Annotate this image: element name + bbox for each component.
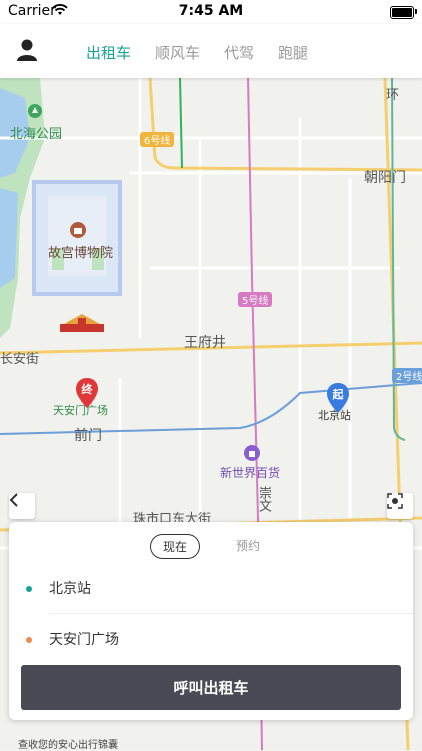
battery-icon <box>390 6 414 19</box>
back-button[interactable] <box>9 493 35 519</box>
destination-row[interactable]: 天安门广场 <box>9 619 413 659</box>
top-nav: 出租车 顺风车 代驾 跑腿 <box>0 24 422 78</box>
toggle-now[interactable]: 现在 <box>149 534 200 559</box>
tab-errand[interactable]: 跑腿 <box>278 42 308 63</box>
clock: 7:45 AM <box>178 3 244 19</box>
map-label-palace-museum: 故宫博物院 <box>48 246 114 261</box>
destination-pin-label: 终 <box>81 383 93 396</box>
road-badge-line5: 5号线 <box>238 292 273 307</box>
locate-button[interactable] <box>387 493 413 519</box>
divider <box>49 613 413 614</box>
tab-designated-driver[interactable]: 代驾 <box>224 42 254 63</box>
destination-dot <box>26 637 32 643</box>
status-bar: Carrier 7:45 AM <box>0 0 422 24</box>
call-taxi-button[interactable]: 呼叫出租车 <box>21 665 401 710</box>
service-tabs: 出租车 顺风车 代驾 跑腿 <box>86 42 332 63</box>
origin-dot <box>26 586 32 592</box>
map-label-wangfujing: 王府井 <box>184 335 226 351</box>
time-toggle: 现在 预约 <box>9 534 413 559</box>
ride-request-card: 现在 预约 北京站 天安门广场 呼叫出租车 <box>9 522 413 720</box>
map-label-ring: 环 <box>386 88 400 103</box>
map-label-beihai-park: 北海公园 <box>10 127 63 142</box>
tab-taxi[interactable]: 出租车 <box>86 42 131 63</box>
map-label-qianmen: 前门 <box>74 428 102 444</box>
destination-pin[interactable]: 终 <box>76 378 98 408</box>
map-label-new-world: 新世界百货 <box>220 466 281 480</box>
battery-tip <box>415 9 417 14</box>
origin-row[interactable]: 北京站 <box>9 568 413 608</box>
tab-carpool[interactable]: 顺风车 <box>155 42 200 63</box>
origin-pin[interactable]: 起 <box>327 383 349 413</box>
road-badge-line2: 2号线 <box>392 368 422 383</box>
safety-tip-link[interactable]: 查收您的安心出行锦囊 <box>18 736 118 751</box>
map-label-chaoyangmen: 朝阳门 <box>364 170 406 186</box>
toggle-reserve[interactable]: 预约 <box>224 534 272 559</box>
map-label-chongwen: 崇文 <box>256 486 271 512</box>
user-icon[interactable] <box>16 38 38 62</box>
destination-text: 天安门广场 <box>49 632 119 648</box>
origin-pin-label: 起 <box>332 388 344 401</box>
map-label-changan: 长安街 <box>0 352 40 367</box>
origin-text: 北京站 <box>49 581 91 597</box>
road-badge-line6: 6号线 <box>140 132 175 147</box>
